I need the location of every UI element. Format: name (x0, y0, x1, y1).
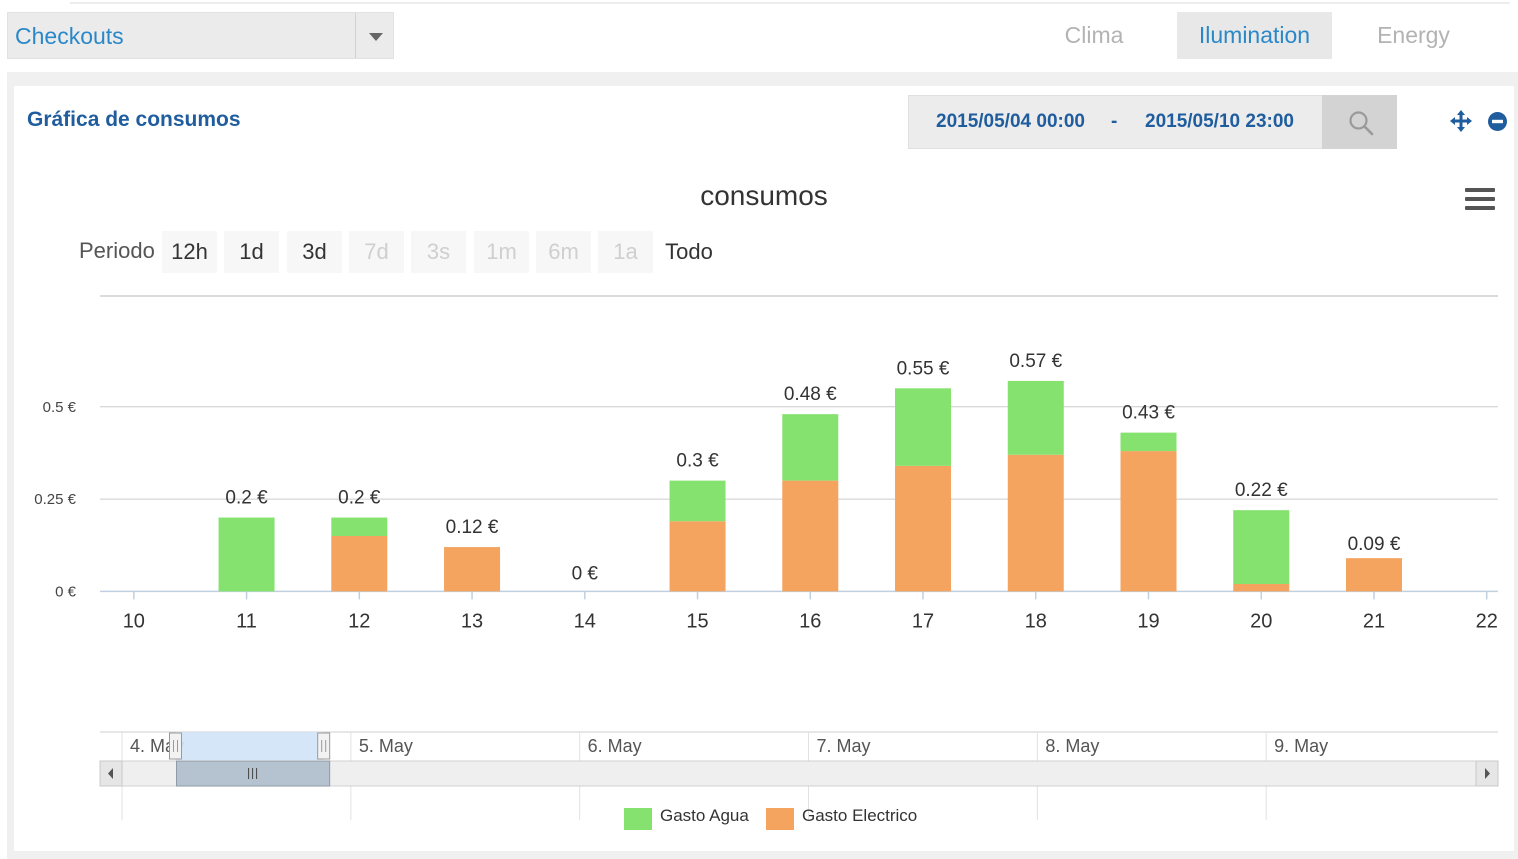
bar-gasto-agua (1120, 432, 1177, 452)
navigator-date-label: 7. May (817, 736, 871, 756)
bar-gasto-agua (218, 517, 275, 592)
x-axis-tick-label: 21 (1363, 610, 1385, 632)
data-label: 0.55 € (897, 358, 950, 379)
bar-gasto-electrico (1120, 451, 1177, 592)
bar-gasto-agua (669, 480, 726, 522)
data-label: 0.2 € (225, 488, 268, 509)
x-axis-tick-label: 22 (1476, 610, 1498, 632)
legend-swatch-agua (624, 808, 652, 830)
bar-gasto-agua (1233, 510, 1290, 584)
navigator-date-label: 8. May (1045, 736, 1099, 756)
bar-gasto-agua (1007, 380, 1064, 455)
data-label: 0.09 € (1348, 534, 1401, 555)
bar-gasto-electrico (669, 521, 726, 592)
x-axis-tick-label: 14 (574, 610, 596, 632)
bar-gasto-electrico (444, 547, 501, 592)
bar-gasto-agua (782, 414, 839, 481)
navigator-selected-range (175, 732, 324, 760)
data-label: 0.48 € (784, 384, 837, 405)
bar-gasto-electrico (782, 480, 839, 592)
data-label: 0.22 € (1235, 480, 1288, 501)
navigator-date-label: 6. May (588, 736, 642, 756)
x-axis-tick-label: 19 (1137, 610, 1159, 632)
bar-gasto-electrico (1007, 454, 1064, 592)
navigator-date-label: 5. May (359, 736, 413, 756)
x-axis-tick-label: 12 (348, 610, 370, 632)
navigator-date-label: 9. May (1274, 736, 1328, 756)
x-axis-tick-label: 16 (799, 610, 821, 632)
x-axis-tick-label: 20 (1250, 610, 1272, 632)
x-axis-tick-label: 17 (912, 610, 934, 632)
navigator-handle (168, 732, 182, 760)
data-label: 0.57 € (1009, 351, 1062, 372)
data-label: 0.3 € (676, 451, 719, 472)
navigator-handle (317, 732, 331, 760)
data-label: 0.12 € (446, 517, 499, 538)
bar-gasto-electrico (1233, 584, 1290, 592)
x-axis-tick-label: 11 (236, 610, 257, 632)
bar-gasto-electrico (1345, 558, 1402, 592)
legend-swatch-electrico (766, 808, 794, 830)
bar-gasto-electrico (895, 465, 952, 592)
bar-gasto-electrico (331, 536, 388, 592)
x-axis-tick-label: 18 (1025, 610, 1047, 632)
x-axis-tick-label: 13 (461, 610, 483, 632)
y-axis-tick-label: 0 € (55, 583, 77, 600)
x-axis-tick-label: 10 (123, 610, 145, 632)
data-label: 0.43 € (1122, 403, 1175, 424)
data-label: 0 € (572, 563, 599, 584)
bar-gasto-agua (331, 517, 388, 536)
y-axis-tick-label: 0.5 € (43, 399, 77, 416)
y-axis-tick-label: 0.25 € (34, 491, 76, 508)
legend-item-electrico[interactable]: Gasto Electrico (802, 806, 917, 826)
consumption-chart: 0 € 0.25 € 0.5 € 10 11 12 13 14 15 16 17 18 19 20 21 22… (34, 295, 1499, 820)
legend-item-agua[interactable]: Gasto Agua (660, 806, 749, 826)
x-axis-tick-label: 15 (686, 610, 708, 632)
bar-gasto-agua (895, 388, 952, 466)
data-label: 0.2 € (338, 488, 381, 509)
